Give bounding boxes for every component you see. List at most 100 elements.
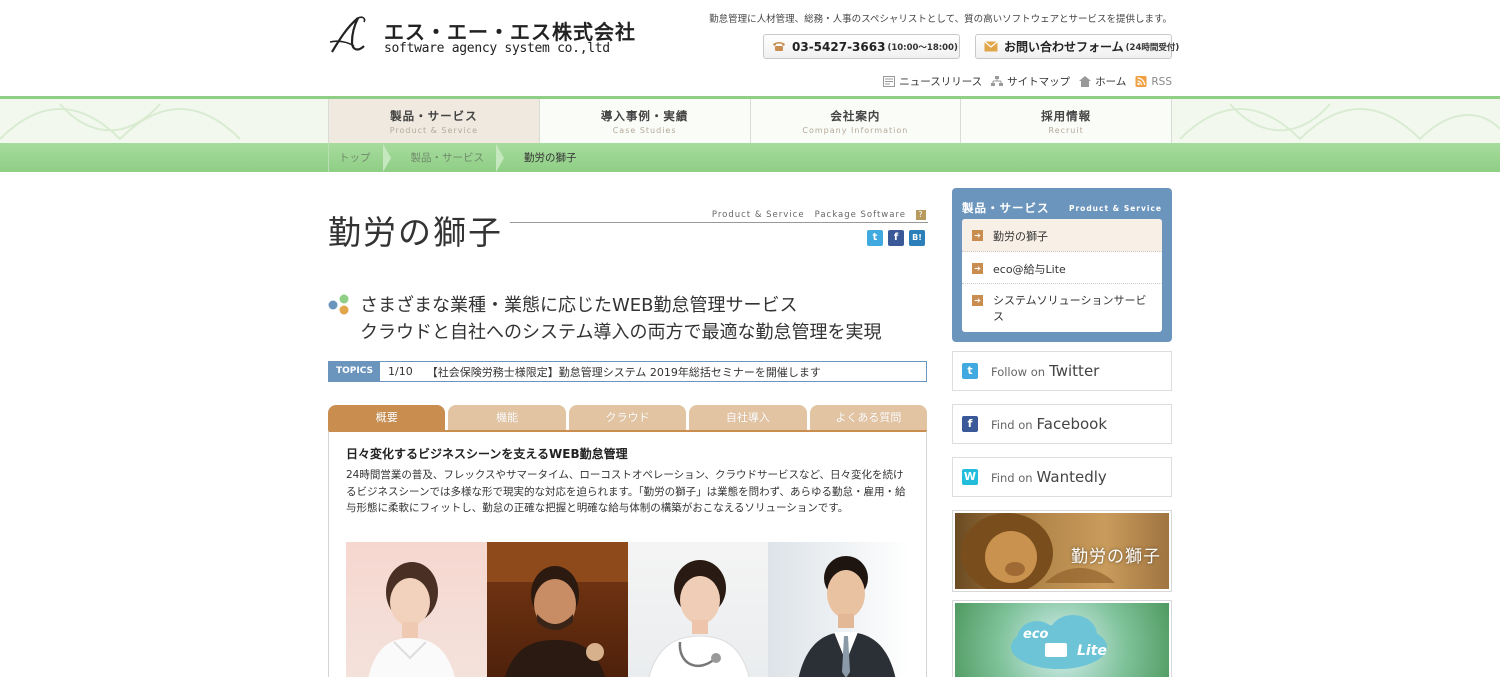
news-icon — [883, 76, 896, 87]
sidebar-item-label: eco@給与Lite — [993, 263, 1066, 276]
rss-icon — [1135, 76, 1147, 87]
twitter-link-text: Follow on Twitter — [991, 362, 1099, 380]
banner-eco-kyuyo-lite[interactable]: eco Lite — [952, 600, 1172, 677]
contact-form-label: お問い合わせフォーム — [1004, 40, 1124, 54]
arrow-right-icon: ➔ — [972, 230, 983, 241]
sidebar-list: ➔ 勤労の獅子 ➔ eco@給与Lite ➔ システムソリューションサービス — [962, 219, 1162, 332]
sitemap-icon — [991, 76, 1004, 86]
photo-restaurant-worker — [486, 542, 628, 677]
breadcrumb-label: 製品・サービス — [410, 152, 485, 164]
restaurant-worker-illustration — [486, 542, 628, 677]
breadcrumb: トップ 製品・サービス 勤労の獅子 — [328, 143, 587, 172]
topics-tag: TOPICS — [329, 362, 380, 381]
site-header: エス・エー・エス株式会社 software agency system co.,… — [0, 0, 1500, 96]
title-divider — [510, 222, 928, 223]
help-icon[interactable]: ? — [916, 210, 926, 220]
rss-label: RSS — [1151, 75, 1172, 88]
nav-label-en: Company Information — [802, 126, 909, 135]
breadcrumb-current: 勤労の獅子 — [524, 152, 577, 164]
phone-button[interactable]: 03-5427-3663 (10:00～18:00) — [763, 34, 960, 59]
nav-label: 導入事例・実績 — [600, 109, 689, 123]
section-body: 24時間営業の普及、フレックスやサマータイム、ローコストオペレーション、クラウド… — [346, 469, 906, 514]
breadcrumb-separator — [382, 143, 391, 172]
nav-label: 会社案内 — [830, 109, 881, 123]
global-nav: 製品・サービス Product & Service 導入事例・実績 Case S… — [328, 99, 1172, 143]
contact-form-button[interactable]: お問い合わせフォーム (24時間受付) — [975, 34, 1179, 59]
news-release-link[interactable]: ニュースリリース — [883, 74, 982, 89]
topics-bar[interactable]: TOPICS 1/10 【社会保険労務士様限定】勤怠管理システム 2019年総括… — [328, 361, 927, 382]
breadcrumb-bar — [0, 143, 1500, 172]
lead-line-2: クラウドと自社へのシステム導入の両方で最適な勤怠管理を実現 — [360, 322, 882, 343]
home-link[interactable]: ホーム — [1079, 74, 1126, 89]
photo-receptionist — [346, 542, 487, 677]
sidebar-item-eco-kyuyo-lite[interactable]: ➔ eco@給与Lite — [962, 252, 1162, 284]
page-title: 勤労の獅子 — [328, 213, 503, 252]
breadcrumb-top[interactable]: トップ — [328, 143, 401, 172]
sidebar-item-label: 勤労の獅子 — [993, 230, 1048, 243]
banner-title: 勤労の獅子 — [1071, 547, 1161, 567]
twitter-name: Twitter — [1049, 362, 1100, 380]
category-product-service: Product & Service — [711, 210, 805, 220]
rss-link[interactable]: RSS — [1135, 74, 1172, 89]
arrow-right-icon: ➔ — [972, 295, 983, 306]
content-tabs: 概要 機能 クラウド 自社導入 よくある質問 — [328, 405, 928, 430]
header-tagline: 勤怠管理に人材管理、総務・人事のスペシャリストとして、質の高いソフトウェアとサー… — [709, 14, 1172, 25]
facebook-name: Facebook — [1036, 415, 1108, 433]
receptionist-illustration — [368, 562, 455, 677]
hatena-bookmark-icon[interactable]: B! — [909, 230, 925, 246]
logo-mark-icon — [329, 16, 366, 53]
mail-icon — [984, 41, 998, 52]
businessman-illustration — [799, 556, 896, 677]
home-icon — [1079, 76, 1092, 87]
tab-cloud[interactable]: クラウド — [568, 405, 687, 430]
nav-label-en: Case Studies — [612, 126, 677, 135]
tab-faq[interactable]: よくある質問 — [809, 405, 928, 430]
topics-text[interactable]: 【社会保険労務士様限定】勤怠管理システム 2019年総括セミナーを開催します — [427, 364, 821, 380]
facebook-link-text: Find on Facebook — [991, 415, 1107, 433]
nav-recruit[interactable]: 採用情報 Recruit — [960, 99, 1172, 143]
phone-icon — [773, 42, 785, 51]
company-logo[interactable]: エス・エー・エス株式会社 software agency system co.,… — [328, 12, 635, 62]
lead-bullet-icon — [328, 294, 349, 315]
home-label: ホーム — [1095, 76, 1127, 88]
section-heading: 日々変化するビジネスシーンを支えるWEB勤怠管理 — [346, 447, 628, 461]
photo-businessman — [768, 542, 909, 677]
nav-product-service[interactable]: 製品・サービス Product & Service — [328, 99, 539, 143]
twitter-icon: t — [962, 363, 978, 379]
share-buttons: t f B! — [867, 230, 925, 246]
sidebar-item-kinrou-no-shishi[interactable]: ➔ 勤労の獅子 — [962, 219, 1162, 252]
tab-features[interactable]: 機能 — [448, 405, 566, 430]
nav-company-info[interactable]: 会社案内 Company Information — [749, 99, 961, 143]
sidebar-item-system-solution[interactable]: ➔ システムソリューションサービス — [962, 284, 1162, 332]
tab-overview[interactable]: 概要 — [328, 405, 446, 430]
wantedly-name: Wantedly — [1036, 468, 1107, 486]
topics-date: 1/10 — [388, 365, 413, 378]
twitter-share-icon[interactable]: t — [867, 230, 883, 246]
find-wantedly-link[interactable]: W Find on Wantedly — [952, 457, 1172, 497]
breadcrumb-separator — [496, 143, 504, 172]
nav-label-en: Recruit — [1048, 126, 1084, 135]
eco-banner-eco-text: eco — [1023, 627, 1049, 642]
find-facebook-link[interactable]: f Find on Facebook — [952, 404, 1172, 444]
news-release-label: ニュースリリース — [899, 76, 983, 88]
tab-onpremise[interactable]: 自社導入 — [689, 405, 807, 430]
sidebar-heading: 製品・サービス — [962, 201, 1050, 215]
arrow-right-icon: ➔ — [972, 263, 983, 274]
follow-twitter-link[interactable]: t Follow on Twitter — [952, 351, 1172, 391]
sitemap-link[interactable]: サイトマップ — [991, 74, 1070, 89]
breadcrumb-label: トップ — [339, 152, 371, 164]
sidebar-heading-en: Product & Service — [1068, 204, 1162, 213]
sitemap-label: サイトマップ — [1007, 76, 1071, 88]
wantedly-icon: W — [962, 469, 978, 485]
breadcrumb-product-service[interactable]: 製品・サービス — [401, 143, 515, 172]
banner-kinrou-no-shishi[interactable]: 勤労の獅子 — [952, 510, 1172, 592]
tab-content-panel: 日々変化するビジネスシーンを支えるWEB勤怠管理 24時間営業の普及、フレックス… — [328, 430, 927, 677]
lion-banner-image: 勤労の獅子 — [955, 513, 1169, 589]
nav-case-studies[interactable]: 導入事例・実績 Case Studies — [538, 99, 750, 143]
eco-banner-image: eco Lite — [955, 603, 1169, 677]
contact-form-note: (24時間受付) — [1125, 42, 1180, 53]
facebook-share-icon[interactable]: f — [888, 230, 904, 246]
facebook-prefix: Find on — [991, 418, 1033, 432]
title-categories: Product & Service Package Software ? — [712, 210, 926, 220]
sidebar-product-menu: 製品・サービス Product & Service ➔ 勤労の獅子 ➔ eco@… — [952, 188, 1172, 342]
